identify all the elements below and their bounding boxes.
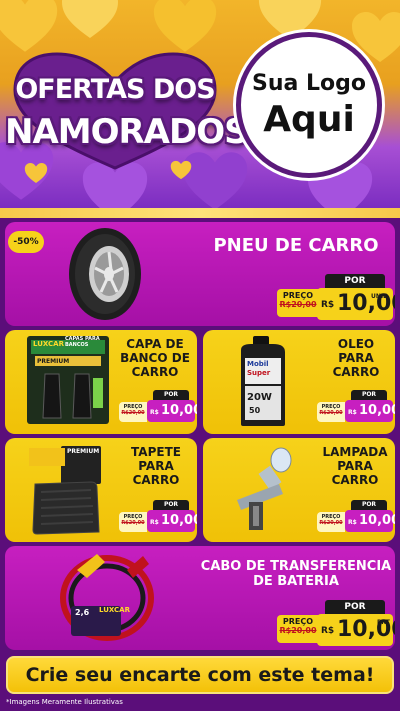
price-old-box: PREÇO R$20,00 bbox=[317, 512, 345, 532]
headlight-bulb-icon bbox=[237, 447, 292, 530]
oil-brand-1: Mobil bbox=[247, 360, 269, 368]
logo-text-2: Aqui bbox=[263, 99, 355, 140]
price-current: R$ 10,00 PRT bbox=[317, 614, 395, 646]
heart-icon bbox=[150, 0, 220, 54]
price-old-box: PREÇO R$20,00 bbox=[317, 402, 345, 422]
discount-badge: -50% bbox=[8, 231, 44, 253]
price-value: 10,00 bbox=[359, 403, 395, 418]
logo-text-1: Sua Logo bbox=[251, 71, 366, 96]
product-card-floor-mat[interactable]: PREMIUM TAPETE PARA CARRO POR PREÇO R$20… bbox=[5, 438, 197, 542]
oil-brand-2: Super bbox=[247, 369, 271, 377]
footnote: *Imagens Meramente Ilustrativas bbox=[6, 698, 123, 706]
header-banner: OFERTAS DOS NAMORADOS Sua Logo Aqui bbox=[0, 0, 400, 210]
price-current: R$ 10,00 bbox=[147, 400, 197, 422]
product-name: CAPA DE BANCO DE CARRO bbox=[120, 337, 190, 379]
price-current: R$ 10,00 UNID bbox=[317, 288, 395, 320]
price-old: R$20,00 bbox=[121, 520, 145, 526]
mat-badge: PREMIUM bbox=[67, 448, 100, 455]
product-card-bulb[interactable]: LAMPADA PARA CARRO POR PREÇO R$20,00 R$ … bbox=[203, 438, 395, 542]
price-old: R$20,00 bbox=[319, 410, 343, 416]
jumper-cable-icon bbox=[60, 554, 154, 641]
price-old-box: PREÇO R$20,00 bbox=[119, 512, 147, 532]
floor-mat-icon bbox=[29, 446, 101, 535]
product-card-jumper-cable[interactable]: LUXCAR 2,6 CABO DE TRANSFERENCIA DE BATE… bbox=[5, 546, 395, 650]
price-currency: R$ bbox=[321, 626, 335, 636]
seat-box-text: CAPAS PARA BANCOS bbox=[65, 336, 100, 348]
price-tag: POR PREÇO R$20,00 R$ 10,00 bbox=[317, 500, 395, 532]
product-name: OLEO PARA CARRO bbox=[332, 337, 380, 379]
price-por-label: POR bbox=[351, 500, 387, 510]
product-name: CABO DE TRANSFERENCIA DE BATERIA bbox=[200, 559, 392, 589]
seat-badge: PREMIUM bbox=[37, 358, 70, 365]
tire-icon bbox=[69, 228, 141, 320]
price-unit: UNID bbox=[371, 293, 389, 300]
price-old: R$20,00 bbox=[319, 520, 343, 526]
price-tag: POR PREÇO R$20,00 R$ 10,00 UNID bbox=[277, 274, 395, 320]
heart-frame-icon bbox=[13, 52, 217, 170]
product-card-tire[interactable]: PNEU DE CARRO POR PREÇO R$20,00 R$ 10,00… bbox=[5, 222, 395, 326]
price-tag: POR PREÇO R$20,00 R$ 10,00 PRT bbox=[277, 600, 395, 646]
price-old-box: PREÇO R$20,00 bbox=[119, 402, 147, 422]
price-current: R$ 10,00 bbox=[345, 510, 395, 532]
price-por-label: POR bbox=[325, 600, 385, 614]
seat-brand: LUXCAR bbox=[33, 340, 64, 348]
product-name: PNEU DE CARRO bbox=[213, 235, 379, 256]
price-tag: POR PREÇO R$20,00 R$ 10,00 bbox=[119, 390, 197, 422]
price-old: R$20,00 bbox=[121, 410, 145, 416]
cable-size: 2,6 bbox=[75, 608, 90, 617]
price-unit: PRT bbox=[377, 619, 390, 626]
cta-banner[interactable]: Crie seu encarte com este tema! bbox=[6, 656, 394, 694]
price-value: 10,00 bbox=[359, 513, 395, 528]
price-value: 10,00 bbox=[161, 403, 197, 418]
price-currency: R$ bbox=[348, 519, 357, 526]
price-currency: R$ bbox=[348, 409, 357, 416]
price-preco-label: PREÇO bbox=[282, 291, 314, 300]
price-tag: POR PREÇO R$20,00 R$ 10,00 bbox=[317, 390, 395, 422]
price-preco-label: PREÇO bbox=[282, 617, 314, 626]
price-current: R$ 10,00 bbox=[147, 510, 197, 532]
logo-placeholder[interactable]: Sua Logo Aqui bbox=[236, 32, 382, 178]
product-card-seat-cover[interactable]: LUXCAR CAPAS PARA BANCOS PREMIUM CAPA DE… bbox=[5, 330, 197, 434]
price-por-label: POR bbox=[351, 390, 387, 400]
price-value: 10,00 bbox=[161, 513, 197, 528]
price-por-label: POR bbox=[325, 274, 385, 288]
price-current: R$ 10,00 bbox=[345, 400, 395, 422]
cta-text: Crie seu encarte com este tema! bbox=[25, 664, 375, 686]
price-por-label: POR bbox=[153, 390, 189, 400]
oil-grade-2: 50 bbox=[249, 406, 261, 415]
title-line-2: NAMORADOS bbox=[5, 112, 249, 152]
product-card-oil[interactable]: Mobil Super 20W 50 OLEO PARA CARRO POR P… bbox=[203, 330, 395, 434]
price-por-label: POR bbox=[153, 500, 189, 510]
header-divider bbox=[0, 208, 400, 218]
heart-icon bbox=[60, 0, 120, 40]
price-tag: POR PREÇO R$20,00 R$ 10,00 bbox=[119, 500, 197, 532]
cable-brand: LUXCAR bbox=[99, 606, 130, 614]
oil-grade-1: 20W bbox=[247, 392, 272, 403]
product-name: LAMPADA PARA CARRO bbox=[322, 445, 388, 487]
oil-bottle-icon bbox=[241, 336, 285, 426]
price-old-box: PREÇO R$20,00 bbox=[277, 289, 319, 317]
price-old: R$20,00 bbox=[279, 626, 317, 635]
title-block: OFERTAS DOS NAMORADOS bbox=[5, 52, 249, 170]
title-line-1: OFERTAS DOS bbox=[15, 74, 215, 105]
heart-icon bbox=[0, 0, 60, 54]
price-old-box: PREÇO R$20,00 bbox=[277, 615, 319, 643]
product-name: TAPETE PARA CARRO bbox=[131, 445, 181, 487]
price-currency: R$ bbox=[321, 300, 335, 310]
price-currency: R$ bbox=[150, 519, 159, 526]
price-old: R$20,00 bbox=[279, 300, 317, 309]
price-currency: R$ bbox=[150, 409, 159, 416]
flyer: OFERTAS DOS NAMORADOS Sua Logo Aqui PNEU… bbox=[0, 0, 400, 711]
